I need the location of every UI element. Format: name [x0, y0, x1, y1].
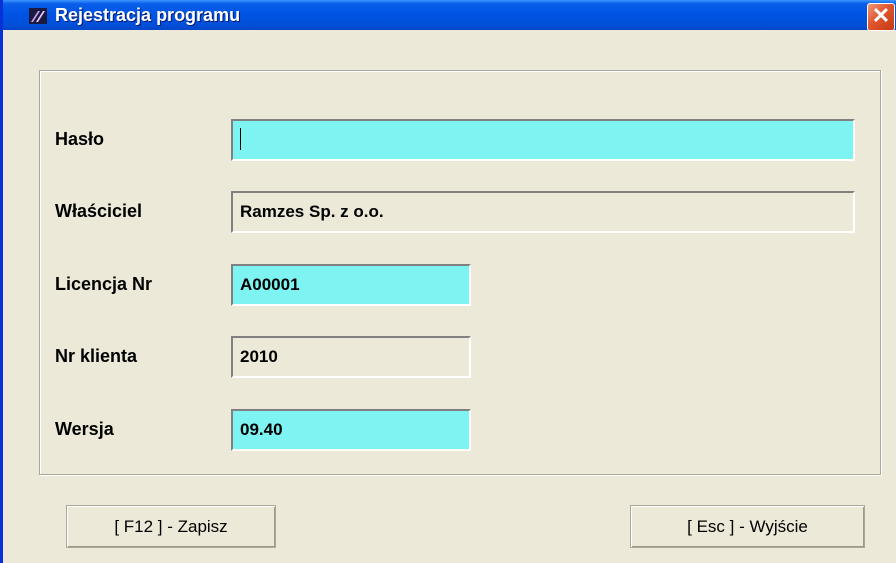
exit-button[interactable]: [ Esc ] - Wyjście [630, 505, 865, 548]
client-number-field: 2010 [231, 336, 471, 378]
password-label: Hasło [55, 129, 105, 149]
client-number-label: Nr klienta [55, 346, 138, 366]
license-label: Licencja Nr [55, 274, 153, 294]
version-input[interactable]: 09.40 [231, 409, 471, 451]
version-label: Wersja [55, 419, 114, 439]
save-button[interactable]: [ F12 ] - Zapisz [66, 505, 276, 548]
text-caret [240, 128, 241, 151]
close-icon: ✕ [871, 3, 891, 28]
title-bar[interactable]: Rejestracja programu ✕ [3, 0, 896, 31]
app-logo-icon [29, 8, 47, 24]
close-button[interactable]: ✕ [867, 3, 895, 31]
registration-window: Rejestracja programu ✕ Hasło Właściciel … [0, 0, 896, 563]
owner-field: Ramzes Sp. z o.o. [231, 191, 855, 233]
owner-label: Właściciel [55, 201, 143, 221]
window-title: Rejestracja programu [55, 5, 241, 25]
license-input[interactable]: A00001 [231, 264, 471, 306]
password-input[interactable] [231, 119, 855, 161]
